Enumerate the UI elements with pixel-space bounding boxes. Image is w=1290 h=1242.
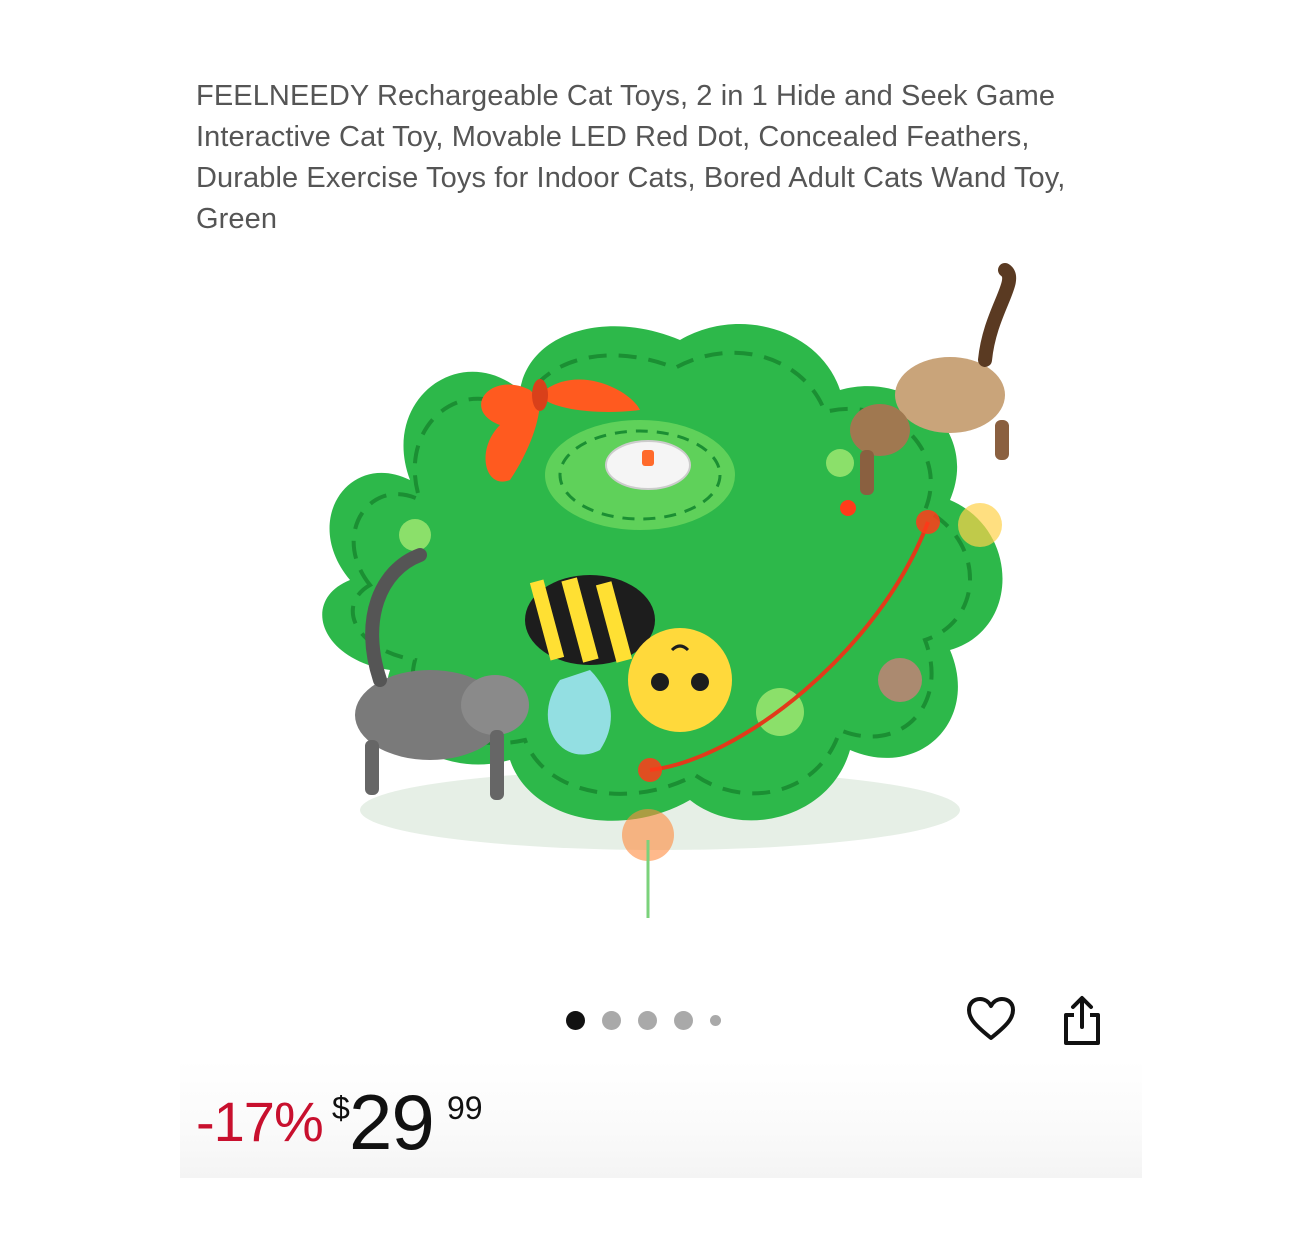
product-image[interactable]: [260, 250, 1050, 930]
product-illustration: [322, 263, 1017, 918]
favorite-button[interactable]: [963, 991, 1019, 1047]
price-fraction: 99: [447, 1090, 483, 1126]
discount-percentage: -17%: [196, 1090, 324, 1153]
price-whole: 29: [349, 1078, 435, 1166]
product-title: FEELNEEDY Rechargeable Cat Toys, 2 in 1 …: [196, 80, 1066, 235]
carousel-dot-4[interactable]: [674, 1010, 693, 1030]
carousel-dot-2[interactable]: [602, 1010, 621, 1030]
carousel-dot-3[interactable]: [638, 1010, 657, 1030]
price-currency: $: [332, 1090, 350, 1126]
toy-controller: [605, 440, 691, 490]
price-section: [180, 1060, 1142, 1178]
carousel-dot-5[interactable]: [710, 1014, 721, 1026]
share-icon: [1064, 996, 1100, 1045]
image-carousel-dots: [566, 1008, 721, 1032]
heart-outline-icon: [967, 997, 1015, 1040]
carousel-dot-1[interactable]: [566, 1010, 585, 1030]
share-button[interactable]: [1054, 993, 1110, 1049]
